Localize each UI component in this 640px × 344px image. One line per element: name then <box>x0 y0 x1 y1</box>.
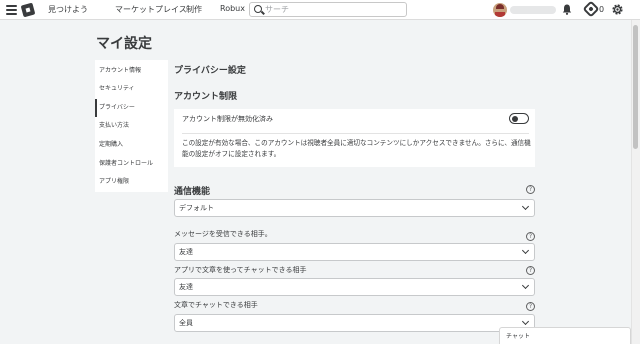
search-box[interactable] <box>249 2 407 17</box>
help-icon[interactable]: ? <box>526 266 535 275</box>
chat-label: チャット <box>506 333 530 340</box>
chevron-down-icon <box>521 246 530 255</box>
who-can-text-chat-label: 文章でチャットできる相手 <box>174 301 258 309</box>
nav-discover[interactable]: 見つけよう <box>48 4 88 15</box>
robux-count[interactable]: 0 <box>599 5 604 14</box>
help-icon[interactable]: ? <box>526 185 535 194</box>
toggle-knob <box>512 115 518 122</box>
communication-heading: 通信機能 <box>174 187 211 197</box>
nav-robux[interactable]: Robux <box>220 4 245 13</box>
select-value: 全員 <box>179 319 193 327</box>
search-input[interactable] <box>265 4 400 15</box>
search-icon <box>254 5 262 13</box>
who-can-message-label: メッセージを受信できる相手。 <box>174 230 272 238</box>
sidebar-item-security[interactable]: セキュリティ <box>95 80 168 98</box>
chevron-down-icon <box>521 281 530 290</box>
who-can-chat-in-app-label: アプリで文章を使ってチャットできる相手 <box>174 266 307 274</box>
divider <box>182 133 529 134</box>
help-icon[interactable]: ? <box>526 302 535 311</box>
roblox-logo[interactable] <box>20 2 36 18</box>
sidebar-item-app-permissions[interactable]: アプリ権限 <box>95 173 168 191</box>
nav-marketplace[interactable]: マーケットプレイス <box>115 4 187 15</box>
help-icon[interactable]: ? <box>526 232 535 241</box>
sidebar-item-subscriptions[interactable]: 定期購入 <box>95 136 168 154</box>
sidebar-item-parental-controls[interactable]: 保護者コントロール <box>95 155 168 173</box>
select-value: 友達 <box>179 248 193 256</box>
who-can-chat-in-app-select[interactable]: 友達 <box>174 278 535 296</box>
who-can-text-chat-select[interactable]: 全員 <box>174 314 535 332</box>
nav-create[interactable]: 制作 <box>186 4 202 15</box>
account-restrictions-heading: アカウント制限 <box>174 92 238 102</box>
username-blurred[interactable] <box>510 6 556 14</box>
who-can-message-select[interactable]: 友達 <box>174 243 535 261</box>
chevron-down-icon <box>521 317 530 326</box>
account-restrictions-description: この設定が有効な場合、このアカウントは視聴者全員に適切なコンテンツにしかアクセス… <box>182 139 531 158</box>
sidebar-item-billing[interactable]: 支払い方法 <box>95 117 168 135</box>
communication-preset-select[interactable]: デフォルト <box>174 199 535 217</box>
sidebar-item-account-info[interactable]: アカウント情報 <box>95 62 168 80</box>
avatar[interactable] <box>493 3 507 17</box>
account-restrictions-label: アカウント制限が無効化済み <box>182 115 273 123</box>
select-value: 友達 <box>179 283 193 291</box>
settings-sidebar: アカウント情報 セキュリティ プライバシー 支払い方法 定期購入 保護者コントロ… <box>95 60 168 192</box>
chevron-down-icon <box>521 202 530 211</box>
page-title: マイ設定 <box>96 36 152 52</box>
chat-tab[interactable]: チャット <box>499 327 631 344</box>
scrollbar-thumb[interactable] <box>633 25 638 149</box>
top-navigation-bar: 見つけよう マーケットプレイス 制作 Robux 0 <box>0 0 640 20</box>
gear-icon[interactable] <box>611 3 624 16</box>
hamburger-menu-icon[interactable] <box>6 5 17 15</box>
privacy-section-title: プライバシー設定 <box>174 66 246 76</box>
robux-icon[interactable] <box>582 0 600 18</box>
account-restrictions-card: アカウント制限が無効化済み この設定が有効な場合、このアカウントは視聴者全員に適… <box>174 109 535 167</box>
account-restrictions-toggle[interactable] <box>509 113 529 124</box>
bell-icon[interactable] <box>562 4 572 15</box>
select-value: デフォルト <box>179 204 214 212</box>
sidebar-item-privacy[interactable]: プライバシー <box>95 99 168 117</box>
